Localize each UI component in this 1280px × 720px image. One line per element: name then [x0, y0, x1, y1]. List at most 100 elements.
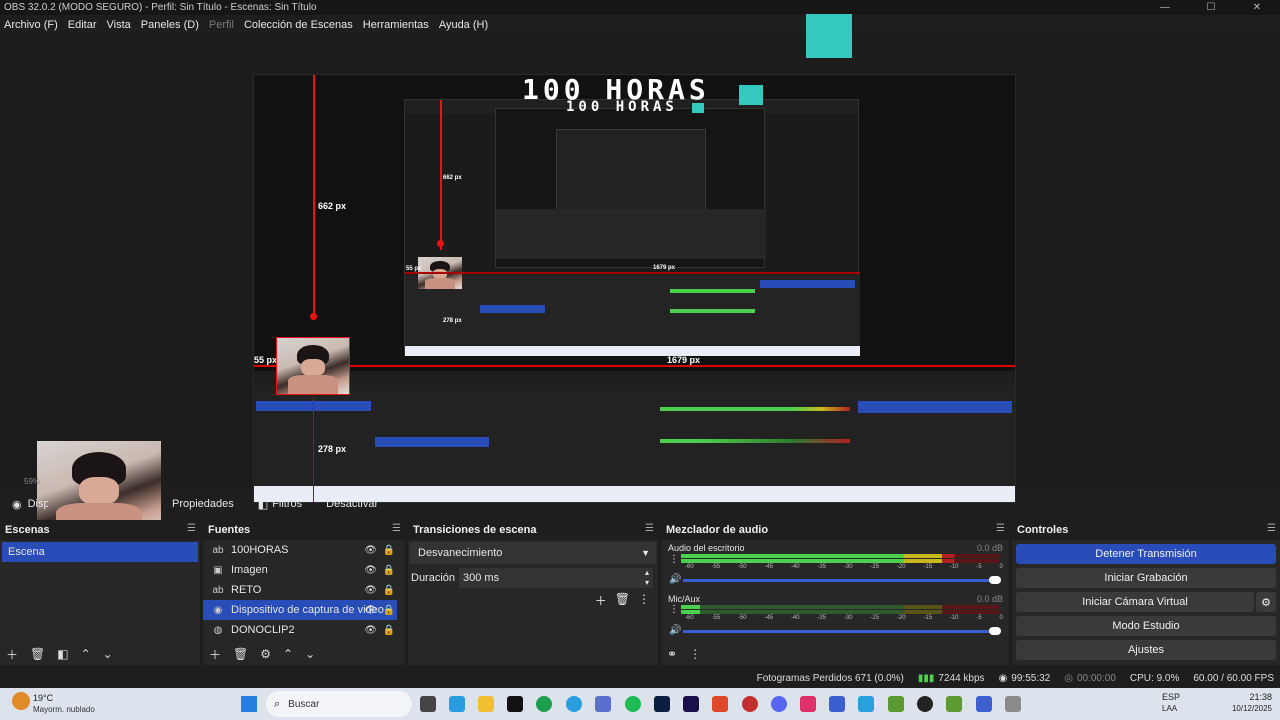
app-icon[interactable]: [976, 696, 992, 712]
menu-archivo[interactable]: Archivo (F): [4, 19, 58, 31]
source-item[interactable]: ◍ DONOCLIP2 👁 🔒: [203, 620, 405, 640]
properties-button[interactable]: Propiedades: [160, 493, 246, 515]
more-icon[interactable]: ⋮: [669, 604, 679, 615]
taskbar-search[interactable]: ⌕ Buscar: [266, 691, 412, 717]
more-icon[interactable]: ⋮: [638, 592, 650, 609]
language[interactable]: ESP: [1162, 692, 1180, 702]
more-icon[interactable]: ⋮: [689, 647, 701, 661]
dock-menu-icon[interactable]: ☰: [392, 523, 401, 534]
dock-menu-icon[interactable]: ☰: [996, 523, 1005, 534]
volume-handle[interactable]: [989, 627, 1001, 635]
spin-icon[interactable]: ▴ ▾: [645, 568, 649, 588]
preview-area[interactable]: 662 px 55 px 278 px 1679 px 100 HORAS 10…: [0, 14, 1280, 535]
lock-icon[interactable]: 🔒: [383, 605, 395, 616]
filter-icon[interactable]: ◧: [57, 647, 68, 661]
minecraft-icon[interactable]: [888, 696, 904, 712]
source-item[interactable]: ab RETO 👁 🔒: [203, 580, 405, 600]
trash-icon[interactable]: 🗑: [30, 647, 45, 661]
menu-bar: Archivo (F) Editar Vista Paneles (D) Per…: [0, 15, 1280, 34]
menu-editar[interactable]: Editar: [68, 19, 97, 31]
app-icon[interactable]: [858, 696, 874, 712]
scene-item[interactable]: Escena: [2, 542, 198, 562]
chevron-up-icon[interactable]: ⌃: [283, 647, 293, 661]
speaker-icon[interactable]: 🔊: [669, 574, 681, 585]
clock-date: 10/12/2025: [1231, 704, 1272, 713]
menu-herramientas[interactable]: Herramientas: [363, 19, 429, 31]
eye-icon[interactable]: 👁: [364, 545, 377, 556]
spotify-icon[interactable]: [625, 696, 641, 712]
lock-icon[interactable]: 🔒: [383, 625, 395, 636]
settings-button[interactable]: Ajustes: [1016, 640, 1276, 660]
source-item-selected[interactable]: ◉ Dispositivo de captura de video 👁 🔒: [203, 600, 397, 620]
photoshop-icon[interactable]: [654, 696, 670, 712]
eye-icon[interactable]: 👁: [364, 605, 377, 616]
trash-icon[interactable]: 🗑: [615, 592, 630, 609]
lock-icon[interactable]: 🔒: [383, 585, 395, 596]
stop-stream-button[interactable]: Detener Transmisión: [1016, 544, 1276, 564]
app-icon[interactable]: [829, 696, 845, 712]
link-icon[interactable]: ⚭: [667, 647, 677, 661]
app-icon[interactable]: [566, 696, 582, 712]
premiere-icon[interactable]: [683, 696, 699, 712]
preview-canvas[interactable]: 662 px 55 px 278 px 1679 px 100 HORAS 10…: [253, 74, 1016, 503]
menu-ayuda[interactable]: Ayuda (H): [439, 19, 488, 31]
transition-select[interactable]: Desvanecimiento ▼: [410, 542, 656, 564]
eye-icon[interactable]: 👁: [364, 565, 377, 576]
windows-start-icon[interactable]: [241, 696, 257, 712]
minimize-icon[interactable]: —: [1142, 0, 1188, 15]
deactivate-button[interactable]: Desactivar: [314, 493, 390, 515]
add-icon[interactable]: ＋: [6, 646, 18, 663]
volume-slider[interactable]: [683, 630, 999, 633]
menu-perfil[interactable]: Perfil: [209, 19, 234, 31]
volume-handle[interactable]: [989, 576, 1001, 584]
discord-icon[interactable]: [771, 696, 787, 712]
duration-input[interactable]: 300 ms ▴ ▾: [459, 568, 653, 588]
eye-icon[interactable]: 👁: [364, 625, 377, 636]
eye-icon[interactable]: 👁: [364, 585, 377, 596]
selected-webcam-source[interactable]: [276, 337, 350, 395]
menu-vista[interactable]: Vista: [107, 19, 131, 31]
maximize-icon[interactable]: ☐: [1188, 0, 1234, 15]
dock-menu-icon[interactable]: ☰: [645, 523, 654, 534]
source-item[interactable]: ▣ Imagen 👁 🔒: [203, 560, 405, 580]
app-icon[interactable]: [742, 696, 758, 712]
chevron-up-icon[interactable]: ⌃: [81, 647, 91, 661]
zoom-label: 59%: [24, 477, 41, 486]
dock-menu-icon[interactable]: ☰: [187, 523, 196, 534]
source-item[interactable]: ab 100HORAS 👁 🔒: [203, 540, 405, 560]
lock-icon[interactable]: 🔒: [383, 545, 395, 556]
chevron-down-icon[interactable]: ⌄: [305, 647, 315, 661]
scenes-footer: ＋ 🗑 ◧ ⌃ ⌄: [0, 643, 200, 665]
add-icon[interactable]: ＋: [595, 592, 607, 609]
gear-icon[interactable]: ⚙: [260, 647, 271, 661]
minecraft-icon[interactable]: [946, 696, 962, 712]
capcut-icon[interactable]: [507, 696, 523, 712]
xbox-icon[interactable]: [536, 696, 552, 712]
tiktok-icon[interactable]: [800, 696, 816, 712]
app-icon[interactable]: [449, 696, 465, 712]
app-icon[interactable]: [1005, 696, 1021, 712]
more-icon[interactable]: ⋮: [669, 554, 679, 565]
volume-slider[interactable]: [683, 579, 999, 582]
dock-menu-icon[interactable]: ☰: [1267, 523, 1276, 534]
taskview-icon[interactable]: [420, 696, 436, 712]
clock-time[interactable]: 21:38: [1249, 692, 1272, 702]
menu-paneles[interactable]: Paneles (D): [141, 19, 199, 31]
close-icon[interactable]: ✕: [1234, 0, 1280, 15]
menu-coleccion-escenas[interactable]: Colección de Escenas: [244, 19, 353, 31]
app-icon[interactable]: [595, 696, 611, 712]
chevron-down-icon[interactable]: ⌄: [103, 647, 113, 661]
speaker-icon[interactable]: 🔊: [669, 625, 681, 636]
start-recording-button[interactable]: Iniciar Grabación: [1016, 568, 1276, 588]
trash-icon[interactable]: 🗑: [233, 647, 248, 661]
folder-icon[interactable]: [478, 696, 494, 712]
gear-icon[interactable]: ⚙: [1256, 592, 1276, 612]
studio-mode-button[interactable]: Modo Estudio: [1016, 616, 1276, 636]
start-virtual-camera-button[interactable]: Iniciar Cámara Virtual: [1016, 592, 1254, 612]
weather-icon[interactable]: [12, 692, 30, 710]
brave-icon[interactable]: [712, 696, 728, 712]
lock-icon[interactable]: 🔒: [383, 565, 395, 576]
add-icon[interactable]: ＋: [209, 646, 221, 663]
obs-icon[interactable]: [917, 696, 933, 712]
filters-button[interactable]: ◧ Filtros: [246, 493, 314, 515]
